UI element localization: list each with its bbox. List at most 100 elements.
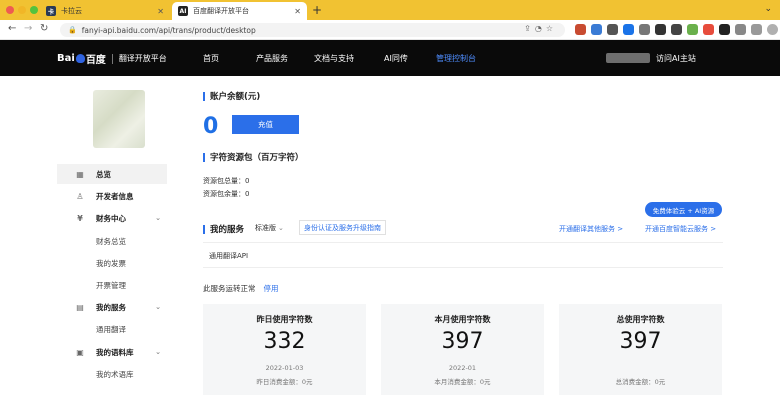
nav-docs[interactable]: 文档与支持	[314, 53, 354, 64]
sidebar-item-general-translation[interactable]: 通用翻译	[57, 319, 167, 339]
tab-title: 百度翻译开放平台	[193, 7, 249, 15]
title-bar	[203, 224, 205, 234]
extension-icon[interactable]	[719, 24, 730, 35]
card-date: 2022-01-03	[265, 364, 304, 372]
username-blurred[interactable]	[606, 53, 650, 63]
document-icon: ▤	[76, 302, 84, 312]
card-value: 397	[441, 329, 484, 354]
free-trial-button[interactable]: 免费体验云 + AI资源	[645, 202, 722, 217]
section-title-text: 账户余额(元)	[210, 92, 261, 102]
usage-card-yesterday: 昨日使用字符数 332 2022-01-03 昨日消费金额：0元	[203, 304, 366, 395]
extension-icon[interactable]	[687, 24, 698, 35]
sidebar-item-corpus[interactable]: ▣ 我的语料库 ⌄	[57, 342, 167, 362]
baidu-logo[interactable]: Bai 百度 翻译开放平台	[57, 51, 167, 66]
services-section-title: 我的服务	[203, 223, 244, 235]
back-arrow-icon[interactable]: ←	[8, 23, 16, 34]
card-title: 昨日使用字符数	[256, 315, 313, 324]
card-title: 本月使用字符数	[434, 315, 491, 324]
baidu-paw-icon	[75, 54, 85, 63]
browser-toolbar: ← → ↻ 🔒 fanyi-api.baidu.com/api/trans/pr…	[0, 20, 780, 40]
edition-select[interactable]: 标准版 ⌄	[255, 223, 284, 233]
extension-icon[interactable]	[607, 24, 618, 35]
ai-favicon-icon: AI	[178, 6, 188, 16]
open-other-services-link[interactable]: 开通翻译其他服务 >	[559, 224, 623, 234]
recharge-button[interactable]: 充值	[232, 115, 299, 134]
balance-value: 0	[203, 114, 219, 139]
browser-tab-baidu-fanyi[interactable]: AI 百度翻译开放平台 ✕	[172, 2, 307, 20]
reload-icon[interactable]: ↻	[40, 23, 48, 34]
sidebar-item-label: 开发者信息	[96, 191, 134, 201]
upgrade-guide-link[interactable]: 身份认证及服务升级指南	[299, 220, 386, 235]
resource-section-title: 字符资源包（百万字符）	[203, 151, 304, 163]
finance-icon: ¥	[77, 213, 83, 223]
avatar	[93, 90, 145, 148]
sidebar-item-my-services[interactable]: ▤ 我的服务 ⌄	[57, 297, 167, 317]
profile-avatar-icon[interactable]	[767, 24, 778, 35]
logo-text-cn: 百度	[85, 55, 106, 66]
nav-products[interactable]: 产品服务	[256, 53, 288, 64]
extension-icon[interactable]	[751, 24, 762, 35]
card-title: 总使用字符数	[616, 315, 665, 324]
resource-remaining: 资源包余量：0	[203, 190, 250, 198]
tab-title: 卡拉云	[61, 7, 82, 15]
close-icon[interactable]: ✕	[294, 7, 301, 16]
logo-text: Bai	[57, 53, 75, 64]
extension-icon[interactable]	[575, 24, 586, 35]
window-close-button[interactable]	[6, 6, 14, 14]
browser-tab-bar: 卡 卡拉云 ✕ AI 百度翻译开放平台 ✕ + ⌄	[0, 0, 780, 20]
grid-icon: ▦	[76, 169, 84, 179]
sidebar-item-invoice-management[interactable]: 开票管理	[57, 275, 167, 295]
browser-tab-karayun[interactable]: 卡 卡拉云 ✕	[40, 2, 170, 20]
status-text: 此服务运转正常	[203, 284, 256, 293]
address-bar[interactable]: 🔒 fanyi-api.baidu.com/api/trans/product/…	[60, 23, 565, 37]
site-header: Bai 百度 翻译开放平台 首页 产品服务 文档与支持 AI同传 管理控制台 访…	[0, 40, 780, 76]
extension-icon[interactable]	[671, 24, 682, 35]
chevron-down-icon[interactable]: ⌄	[764, 4, 772, 14]
sidebar-item-developer[interactable]: ♙ 开发者信息	[57, 186, 167, 206]
window-zoom-button[interactable]	[30, 6, 38, 14]
address-bar-actions[interactable]: ⇪◔☆	[524, 24, 557, 33]
chevron-down-icon: ⌄	[155, 348, 161, 356]
lock-icon: 🔒	[68, 26, 77, 34]
nav-console[interactable]: 管理控制台	[436, 53, 476, 64]
card-value: 332	[263, 329, 306, 354]
sidebar-item-label: 我的语料库	[96, 347, 134, 357]
services-row: 我的服务 标准版 ⌄ 身份认证及服务升级指南 开通翻译其他服务 > 开通百度智能云…	[203, 220, 723, 242]
nav-ai-interpret[interactable]: AI同传	[384, 53, 408, 64]
nav-home[interactable]: 首页	[203, 53, 219, 64]
new-tab-plus-icon[interactable]: +	[312, 3, 322, 17]
card-fee: 本月消费金额：0元	[434, 378, 491, 386]
extension-icon[interactable]	[591, 24, 602, 35]
puzzle-icon[interactable]	[735, 24, 746, 35]
sidebar-item-overview[interactable]: ▦ 总览	[57, 164, 167, 184]
sidebar: ▦ 总览 ♙ 开发者信息 ¥ 财务中心 ⌄ 财务总览 我的发票 开票管理 ▤ 我…	[57, 76, 167, 403]
sidebar-item-finance[interactable]: ¥ 财务中心 ⌄	[57, 208, 167, 228]
sidebar-item-terminology[interactable]: 我的术语库	[57, 364, 167, 384]
open-cloud-services-link[interactable]: 开通百度智能云服务 >	[645, 224, 716, 234]
window-minimize-button[interactable]	[18, 6, 26, 14]
stop-service-link[interactable]: 停用	[264, 284, 279, 293]
library-icon: ▣	[76, 347, 84, 357]
chevron-down-icon: ⌄	[155, 214, 161, 222]
user-icon: ♙	[76, 191, 84, 201]
sidebar-item-label: 我的服务	[96, 302, 126, 312]
resource-total: 资源包总量：0	[203, 177, 250, 185]
chevron-down-icon: ⌄	[278, 224, 284, 232]
extension-icon[interactable]	[655, 24, 666, 35]
close-icon[interactable]: ✕	[157, 7, 164, 16]
extension-icon[interactable]	[623, 24, 634, 35]
sidebar-item-label: 财务中心	[96, 213, 126, 223]
extensions-area: ⋮	[575, 24, 780, 35]
tab-general-translation-api[interactable]: 通用翻译API	[209, 251, 248, 261]
extension-icon[interactable]	[639, 24, 650, 35]
card-value: 397	[619, 329, 662, 354]
usage-card-total: 总使用字符数 397 总消费金额：0元	[559, 304, 722, 395]
ai-main-site-link[interactable]: 访问AI主站	[656, 53, 696, 64]
karayun-favicon-icon: 卡	[46, 6, 56, 16]
sidebar-item-finance-overview[interactable]: 财务总览	[57, 231, 167, 251]
forward-arrow-icon[interactable]: →	[24, 23, 32, 34]
sidebar-item-invoices[interactable]: 我的发票	[57, 253, 167, 273]
title-bar	[203, 91, 205, 101]
usage-card-month: 本月使用字符数 397 2022-01 本月消费金额：0元	[381, 304, 544, 395]
extension-icon[interactable]	[703, 24, 714, 35]
